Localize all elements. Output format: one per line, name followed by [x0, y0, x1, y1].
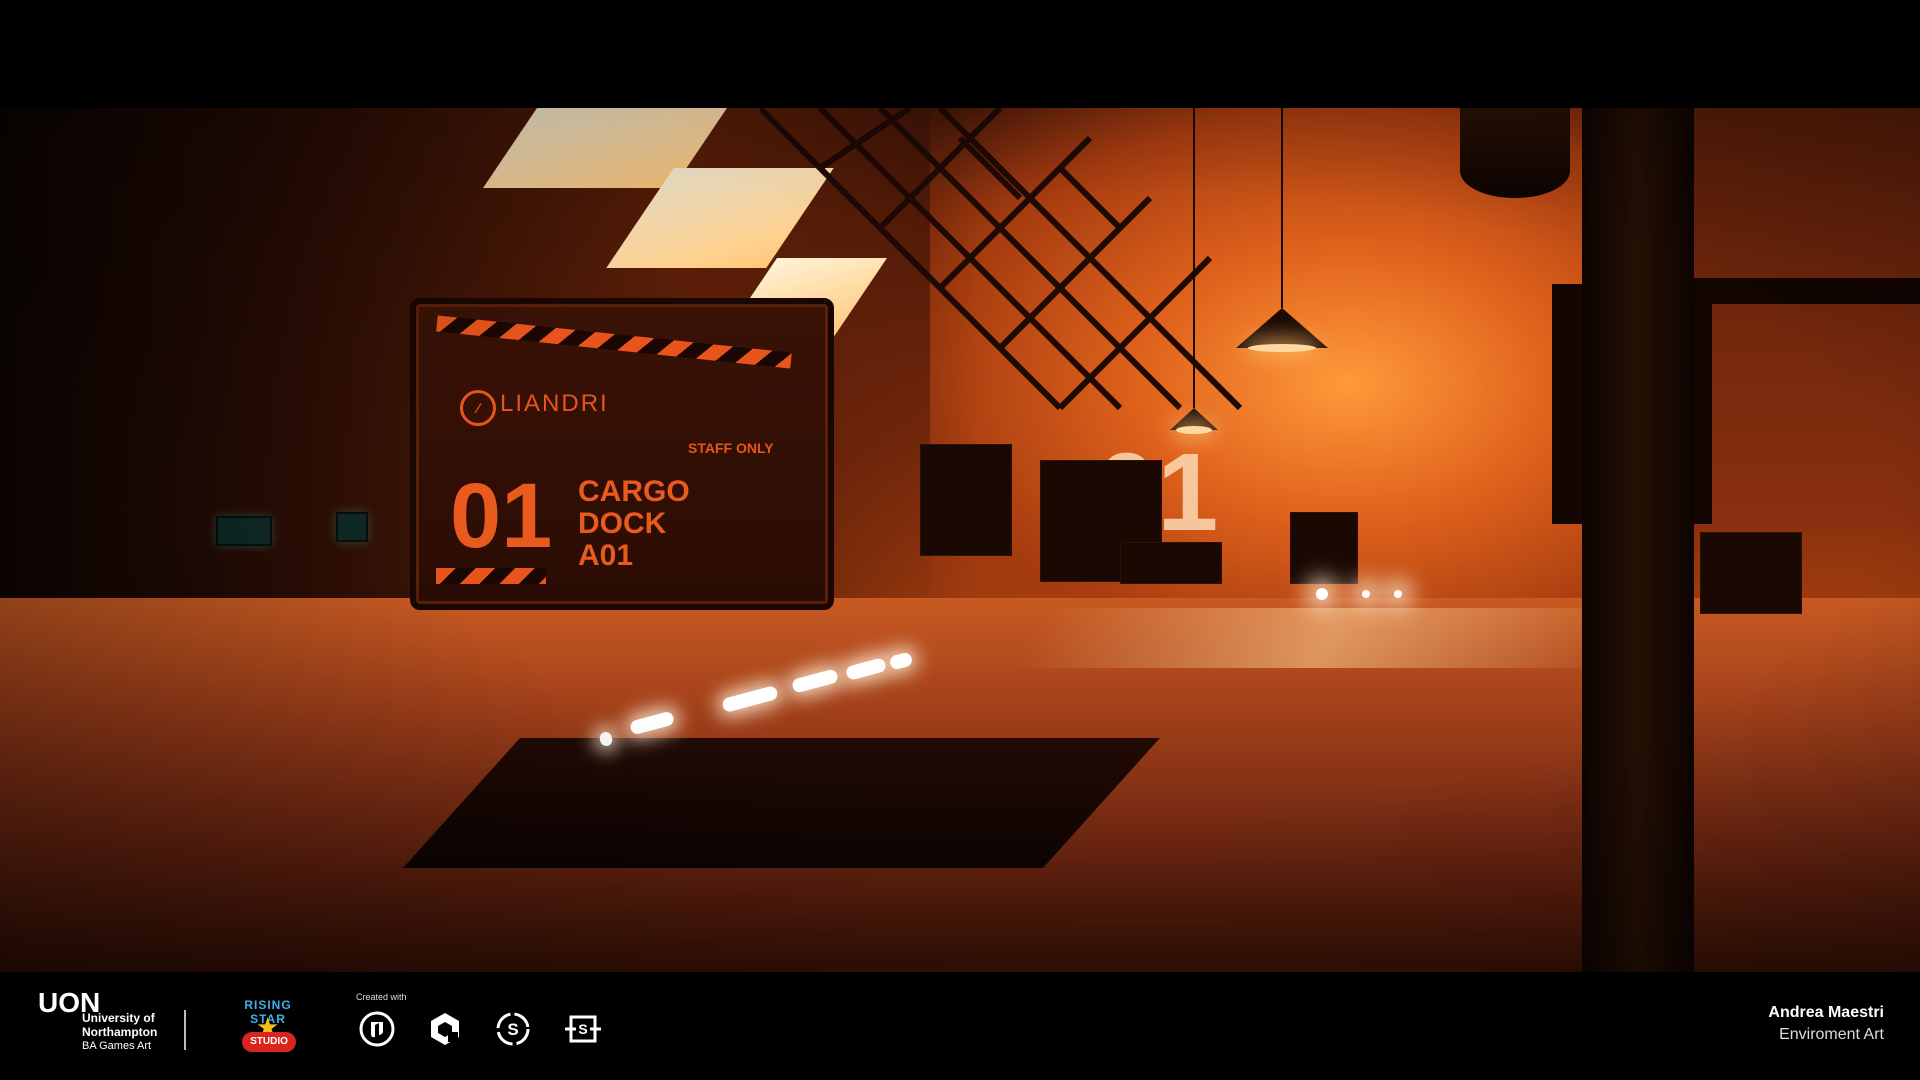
footer-divider: [184, 1010, 186, 1050]
hazard-stripe-top: [436, 315, 792, 369]
hazard-stripe-bottom: [436, 568, 546, 584]
sign-line-cargo: CARGO: [578, 475, 690, 508]
svg-text:S: S: [507, 1020, 518, 1039]
sign-line-a01: A01: [578, 538, 634, 572]
author-role: Enviroment Art: [1779, 1026, 1884, 1043]
quixel-icon: [431, 1013, 459, 1045]
game-scene: ∕ LIANDRI STAFF ONLY 01 CARGO DOCK A01 0…: [0, 108, 1920, 972]
sign-line-dock: DOCK: [578, 506, 667, 540]
unreal-engine-icon: [359, 1011, 395, 1047]
sign-number: 01: [450, 465, 553, 567]
substance-designer-icon: S: [565, 1015, 601, 1043]
cart-light: [1362, 590, 1370, 598]
rising-star-logo: RISING STAR ★ STUDIO: [226, 994, 310, 1056]
cart-light: [1316, 588, 1328, 600]
cargo-cart: [1700, 532, 1802, 614]
right-wall: [1690, 108, 1920, 528]
wall-screen: [216, 516, 272, 546]
crate-stack: [920, 444, 1012, 556]
ceiling-lamp-large: [1460, 108, 1570, 198]
floor-sunlight: [1012, 608, 1648, 668]
studio-badge: STUDIO: [242, 1032, 296, 1052]
svg-text:S: S: [578, 1021, 587, 1037]
sign-logo-text: LIANDRI: [500, 390, 609, 417]
wall-screen-small: [336, 512, 368, 542]
cargo-dock-sign: ∕ LIANDRI STAFF ONLY 01 CARGO DOCK A01: [410, 298, 834, 610]
credits-footer: UON University of Northampton BA Games A…: [0, 972, 1920, 1080]
sign-lines: CARGO DOCK A01: [578, 476, 690, 571]
course-name: BA Games Art: [82, 1039, 152, 1052]
cargo-cart: [1290, 512, 1358, 584]
author-name: Andrea Maestri: [1768, 1004, 1884, 1021]
university-line-1: University of: [82, 1011, 155, 1025]
crate: [1120, 542, 1222, 584]
overhead-rail: [1694, 278, 1920, 304]
substance-painter-icon: S: [496, 1012, 530, 1046]
floor-pit: [402, 738, 1160, 868]
university-line-2: Northampton: [82, 1024, 158, 1039]
foreground-pillar: [1582, 108, 1694, 972]
liandri-logo-icon: ∕: [460, 390, 496, 426]
staff-only-label: STAFF ONLY: [688, 440, 774, 456]
cart-light: [1394, 590, 1402, 598]
university-name: University of Northampton BA Games Art: [82, 1011, 158, 1052]
uon-logo: UON: [38, 987, 101, 1018]
created-with-label: Created with: [356, 992, 407, 1002]
